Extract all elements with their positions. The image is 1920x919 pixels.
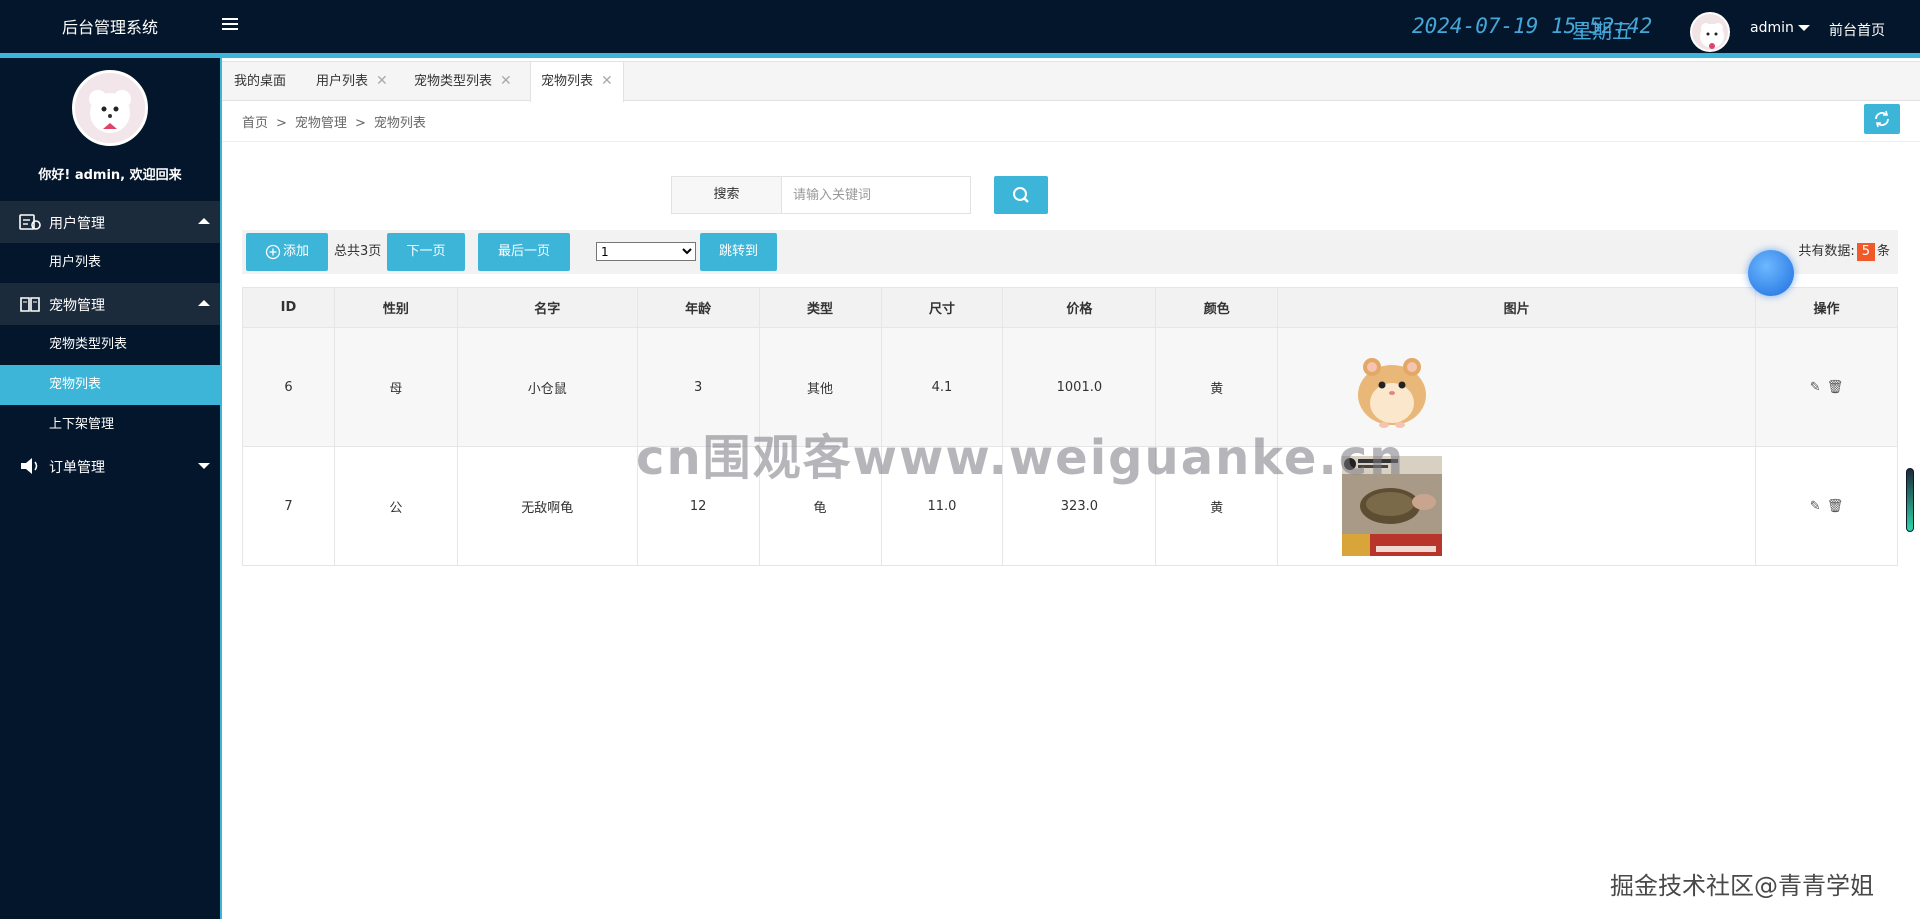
cell-id: 6 <box>242 327 335 447</box>
cell-gender: 母 <box>333 327 458 447</box>
list-toolbar: 添加 总共3页 下一页 最后一页 1 跳转到 共有数据: 5 条 <box>242 230 1898 274</box>
total-count: 共有数据: 5 条 <box>1798 230 1890 274</box>
front-page-link[interactable]: 前台首页 <box>1829 20 1885 40</box>
cell-actions: ✎ 🗑 <box>1755 446 1898 566</box>
cell-id: 7 <box>242 446 335 566</box>
welcome-text: 你好! admin, 欢迎回来 <box>38 168 182 183</box>
page-select[interactable]: 1 <box>596 242 696 261</box>
chevron-down-icon <box>198 463 210 469</box>
sidebar-item-user-list[interactable]: 用户列表 <box>0 243 220 283</box>
tab-label: 宠物类型列表 <box>414 74 493 89</box>
close-icon[interactable]: ✕ <box>601 73 613 89</box>
sidebar-item-shelf-management[interactable]: 上下架管理 <box>0 405 220 445</box>
close-icon[interactable]: ✕ <box>500 73 512 89</box>
add-label: 添加 <box>282 244 309 259</box>
plus-circle-icon <box>265 244 281 259</box>
watermark-center: cn围观客www.weiguanke.cn <box>636 430 1406 486</box>
profile-avatar <box>72 70 148 146</box>
column-header: 价格 <box>1002 287 1157 328</box>
breadcrumb-page: 宠物列表 <box>373 116 426 131</box>
search-button[interactable] <box>994 176 1048 214</box>
tab-label: 宠物列表 <box>541 74 594 89</box>
edit-icon[interactable]: ✎ <box>1810 499 1821 514</box>
book-icon <box>20 297 40 312</box>
tab-label: 用户列表 <box>316 74 369 89</box>
refresh-icon <box>1875 110 1889 128</box>
sidebar-nav: 用户管理 用户列表 宠物管理 宠物类型列表 宠物列表 上下架管理 订单管理 <box>0 201 220 487</box>
count-badge: 5 <box>1856 243 1875 261</box>
breadcrumb-separator: > <box>276 116 287 131</box>
breadcrumb: 首页 > 宠物管理 > 宠物列表 <box>242 112 426 131</box>
add-button[interactable]: 添加 <box>246 233 328 271</box>
search-input[interactable] <box>783 177 970 213</box>
sidebar-item-pet-type-list[interactable]: 宠物类型列表 <box>0 325 220 365</box>
column-header: 颜色 <box>1155 287 1279 328</box>
tab-user-list[interactable]: 用户列表 ✕ <box>306 62 398 101</box>
count-prefix: 共有数据: <box>1798 244 1855 259</box>
divider <box>222 141 1920 142</box>
close-icon[interactable]: ✕ <box>376 73 388 89</box>
breadcrumb-home[interactable]: 首页 <box>242 116 268 131</box>
search-label: 搜索 <box>672 177 782 213</box>
last-page-button[interactable]: 最后一页 <box>478 233 570 271</box>
column-header: 尺寸 <box>880 287 1004 328</box>
sidebar-item-pet-list[interactable]: 宠物列表 <box>0 365 220 405</box>
nav-group-label: 用户管理 <box>49 216 105 232</box>
search-box: 搜索 <box>671 176 971 214</box>
tab-label: 我的桌面 <box>234 74 287 89</box>
speaker-icon <box>21 458 38 474</box>
watermark-corner: 掘金技术社区@青青学姐 <box>1610 872 1874 900</box>
scroll-indicator[interactable] <box>1906 468 1914 532</box>
table-header-row: ID 性别 名字 年龄 类型 尺寸 价格 颜色 图片 操作 <box>242 287 1898 328</box>
refresh-button[interactable] <box>1864 104 1900 134</box>
main-content: 我的桌面 用户列表 ✕ 宠物类型列表 ✕ 宠物列表 ✕ 首页 > 宠物管理 > 宠物列表 搜索… <box>220 58 1920 919</box>
count-suffix: 条 <box>1876 244 1890 259</box>
chevron-up-icon <box>198 300 210 306</box>
clock-weekday: 星期五 <box>1572 19 1632 43</box>
tab-desktop[interactable]: 我的桌面 <box>224 62 296 101</box>
breadcrumb-separator: > <box>354 116 366 131</box>
floating-assistant-ball[interactable] <box>1748 250 1794 296</box>
tab-bar: 我的桌面 用户列表 ✕ 宠物类型列表 ✕ 宠物列表 ✕ <box>222 61 1920 102</box>
breadcrumb-section[interactable]: 宠物管理 <box>295 116 347 131</box>
trash-icon[interactable]: 🗑 <box>1827 380 1844 395</box>
total-pages: 总共3页 <box>334 244 382 259</box>
cell-actions: ✎ 🗑 <box>1755 327 1898 447</box>
sidebar: 你好! admin, 欢迎回来 用户管理 用户列表 宠物管理 宠物类型列表 宠物… <box>0 58 220 919</box>
search-icon <box>1013 187 1029 203</box>
user-menu[interactable]: admin <box>1750 20 1810 36</box>
column-header: 性别 <box>333 287 458 328</box>
column-header: 名字 <box>456 287 638 328</box>
nav-group-user-management[interactable]: 用户管理 <box>0 201 220 243</box>
app-brand: 后台管理系统 <box>61 18 158 37</box>
nav-group-label: 订单管理 <box>49 460 105 476</box>
chevron-down-icon <box>1797 25 1810 31</box>
column-header: 类型 <box>758 287 882 328</box>
clock-date: 2024-07-19 <box>1412 14 1539 38</box>
user-settings-icon <box>19 214 41 230</box>
menu-toggle-icon[interactable] <box>222 18 238 32</box>
column-header: ID <box>242 287 335 328</box>
tab-pet-type-list[interactable]: 宠物类型列表 ✕ <box>404 62 522 101</box>
cell-name: 无敌啊龟 <box>456 446 638 566</box>
header-avatar[interactable] <box>1690 12 1730 52</box>
nav-group-pet-management[interactable]: 宠物管理 <box>0 283 220 325</box>
trash-icon[interactable]: 🗑 <box>1827 499 1844 514</box>
next-page-button[interactable]: 下一页 <box>387 233 465 271</box>
chevron-up-icon <box>198 218 210 224</box>
column-header: 图片 <box>1277 287 1756 328</box>
column-header: 年龄 <box>636 287 760 328</box>
jump-button[interactable]: 跳转到 <box>700 233 777 271</box>
user-name: admin <box>1750 20 1794 36</box>
edit-icon[interactable]: ✎ <box>1810 380 1821 395</box>
cell-name: 小仓鼠 <box>456 327 638 447</box>
top-header: 后台管理系统 2024-07-19 15:52:42 星期五 admin 前台首… <box>0 0 1920 58</box>
nav-group-label: 宠物管理 <box>49 298 105 314</box>
nav-group-order-management[interactable]: 订单管理 <box>0 445 220 487</box>
tab-pet-list[interactable]: 宠物列表 ✕ <box>530 62 624 102</box>
cell-gender: 公 <box>333 446 458 566</box>
